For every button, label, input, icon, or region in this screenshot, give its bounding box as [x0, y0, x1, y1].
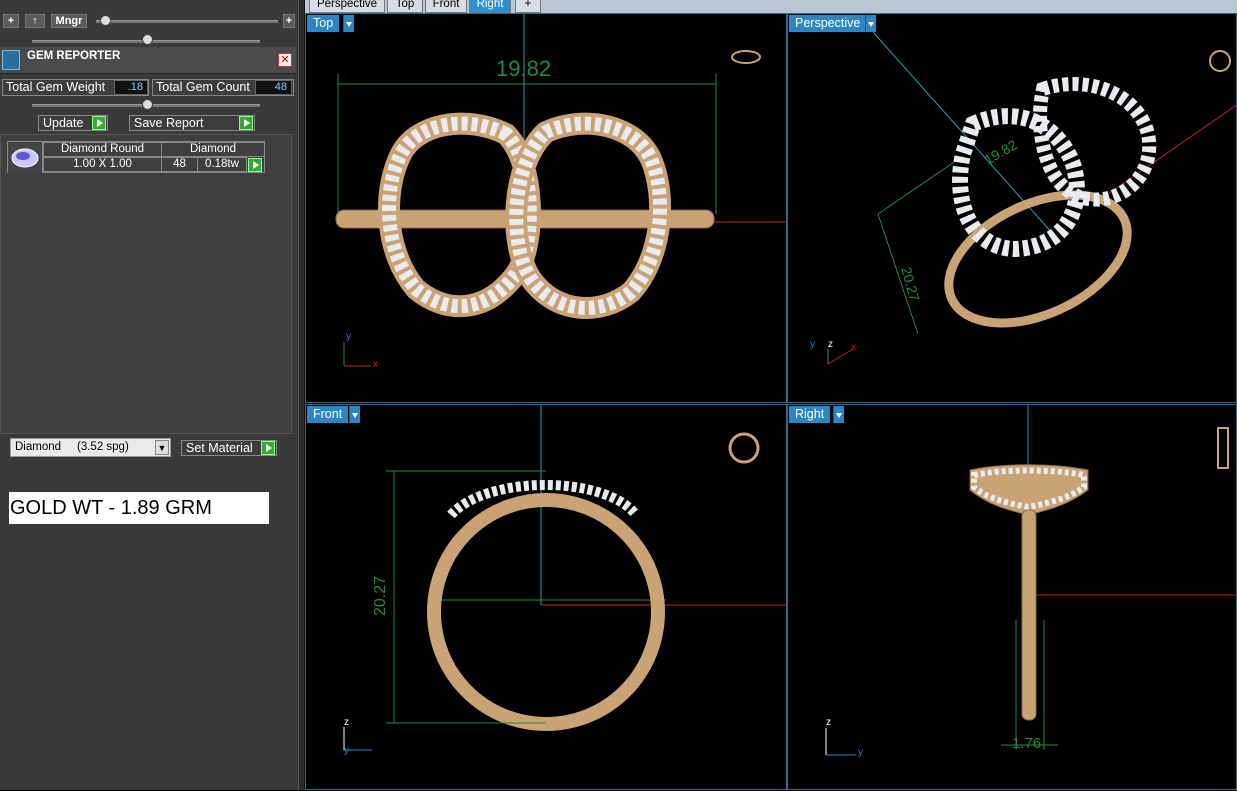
- axis-z-label: z: [344, 717, 349, 728]
- viewport-menu-front[interactable]: [349, 406, 360, 423]
- viewport-right[interactable]: 1.76 z y Right: [787, 404, 1237, 790]
- tab-top[interactable]: Top: [387, 0, 423, 13]
- diamond-thumbnail-icon: [8, 142, 43, 173]
- panel-divider[interactable]: [298, 0, 305, 790]
- save-report-button[interactable]: Save Report: [129, 115, 255, 131]
- report-splitter-knob[interactable]: [142, 99, 153, 110]
- add-tab-button[interactable]: +: [515, 0, 541, 13]
- total-gem-count-value: 48: [255, 80, 292, 95]
- tab-perspective[interactable]: Perspective: [309, 0, 385, 13]
- viewport-front[interactable]: 20.27 z y Front: [305, 404, 788, 790]
- viewport-label-top[interactable]: Top: [307, 15, 340, 32]
- zoom-plus-button[interactable]: +: [283, 14, 295, 28]
- viewport-label-right[interactable]: Right: [789, 406, 831, 423]
- gold-weight-note: GOLD WT - 1.89 GRM: [9, 492, 269, 524]
- material-select[interactable]: Diamond (3.52 spg) ▼: [10, 438, 171, 457]
- view-cube-icon: [731, 50, 761, 64]
- axis-y-label: y: [346, 331, 351, 342]
- axis-y-label: y: [810, 339, 815, 350]
- front-height-dimension: 20.27: [372, 575, 390, 617]
- chevron-down-icon[interactable]: ▼: [155, 440, 169, 455]
- viewport-label-front[interactable]: Front: [307, 406, 349, 423]
- gem-list-area: [0, 134, 292, 434]
- total-gem-weight-value: .18: [114, 80, 148, 95]
- axis-x-label: x: [851, 342, 856, 353]
- gem-table-row[interactable]: Diamond Round Diamond 1.00 X 1.00 48 0.1…: [7, 141, 265, 173]
- viewport-menu-top[interactable]: [343, 15, 354, 32]
- right-width-dimension: 1.76: [1012, 735, 1042, 752]
- top-width-dimension: 19.82: [496, 56, 552, 81]
- gem-material-header: Diamond: [161, 142, 265, 157]
- viewport-menu-perspective[interactable]: [865, 15, 876, 32]
- axis-y-label: y: [344, 745, 349, 756]
- panel-splitter-knob[interactable]: [142, 34, 153, 45]
- viewport-top[interactable]: 19.82 y x Top: [305, 13, 788, 403]
- gem-reporter-title: GEM REPORTER: [27, 50, 121, 62]
- gem-count: 48: [161, 157, 198, 172]
- axis-z-label: z: [826, 717, 831, 728]
- zoom-slider[interactable]: [96, 20, 278, 23]
- gem-reporter-header: GEM REPORTER ✕: [0, 47, 296, 74]
- gem-reporter-icon: [2, 50, 20, 70]
- gem-weight: 0.18tw: [197, 157, 247, 172]
- gem-row-go-icon[interactable]: [248, 158, 262, 172]
- zoom-slider-knob[interactable]: [100, 15, 111, 26]
- viewport-tabbar: Perspective Top Front Right +: [305, 0, 1237, 13]
- close-icon[interactable]: ✕: [278, 53, 292, 67]
- view-cube-icon: [728, 432, 760, 464]
- axis-y-label: y: [858, 747, 863, 758]
- gem-shape-header: Diamond Round: [43, 142, 162, 157]
- gem-size: 1.00 X 1.00: [43, 157, 162, 172]
- viewport-perspective[interactable]: 19.82 20.27 y z x Perspective: [787, 13, 1237, 403]
- left-panel: + ↑ Mngr + GEM REPORTER ✕ Total Gem Weig…: [0, 0, 298, 790]
- viewport-menu-right[interactable]: [833, 406, 844, 423]
- material-select-value: Diamond (3.52 spg): [15, 441, 129, 453]
- add-button[interactable]: +: [3, 14, 19, 28]
- view-cube-icon: [1209, 50, 1231, 72]
- tab-front[interactable]: Front: [425, 0, 467, 13]
- tab-right[interactable]: Right: [469, 0, 511, 13]
- manager-button[interactable]: Mngr: [51, 14, 87, 28]
- set-material-go-icon[interactable]: [261, 441, 275, 455]
- update-go-icon[interactable]: [92, 116, 106, 130]
- axis-z-label: z: [828, 339, 833, 350]
- save-report-go-icon[interactable]: [239, 116, 253, 130]
- move-up-button[interactable]: ↑: [25, 14, 45, 28]
- right-view-render: [825, 405, 1237, 756]
- axis-x-label: x: [373, 359, 378, 370]
- view-cube-icon: [1217, 427, 1229, 469]
- viewport-label-perspective[interactable]: Perspective: [789, 15, 867, 32]
